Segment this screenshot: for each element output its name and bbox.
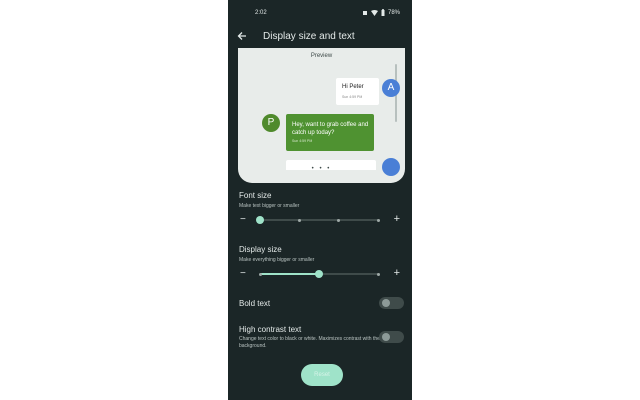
status-icons: 78% xyxy=(362,9,400,16)
incoming-message-time: Sun 4:59 PM xyxy=(292,139,313,143)
display-size-decrease-button[interactable]: − xyxy=(240,269,246,279)
outgoing-message-bubble: Hi Peter Sun 4:59 PM xyxy=(336,78,379,105)
font-size-title: Font size xyxy=(239,191,272,200)
font-size-subtitle: Make text bigger or smaller xyxy=(239,203,300,209)
display-size-step-tick[interactable] xyxy=(258,272,262,276)
display-size-step-tick[interactable] xyxy=(376,272,380,276)
reset-button[interactable]: Reset xyxy=(301,364,343,386)
display-size-slider[interactable]: − + xyxy=(238,268,402,280)
display-size-fill xyxy=(260,273,319,275)
page-title: Display size and text xyxy=(263,31,355,42)
display-size-subtitle: Make everything bigger or smaller xyxy=(239,257,315,263)
battery-icon xyxy=(381,9,385,16)
wifi-icon xyxy=(370,9,378,16)
font-size-thumb[interactable] xyxy=(256,216,264,224)
preview-pager-dots[interactable]: • • • xyxy=(238,166,405,172)
font-size-slider[interactable]: − + xyxy=(238,214,402,226)
display-size-title: Display size xyxy=(239,245,282,254)
high-contrast-toggle-knob xyxy=(382,333,390,341)
phone-screen: 2:02 78% Display size and text Preview H… xyxy=(228,0,412,400)
display-size-track[interactable] xyxy=(258,270,380,278)
display-size-increase-button[interactable]: + xyxy=(394,268,400,279)
font-size-step-tick[interactable] xyxy=(337,218,341,222)
arrow-left-icon[interactable] xyxy=(236,30,248,42)
app-bar: Display size and text xyxy=(228,28,412,46)
status-time: 2:02 xyxy=(255,10,267,16)
preview-card[interactable]: Preview Hi Peter Sun 4:59 PM A P Hey, wa… xyxy=(238,48,405,183)
incoming-message-text: Hey, want to grab coffee and catch up to… xyxy=(292,122,369,136)
status-bar: 2:02 78% xyxy=(228,8,412,20)
preview-label: Preview xyxy=(310,53,333,59)
font-size-step-tick[interactable] xyxy=(297,218,301,222)
avatar-p: P xyxy=(262,114,280,132)
outgoing-message-text: Hi Peter xyxy=(342,84,364,90)
bold-text-toggle-knob xyxy=(382,299,390,307)
battery-percent: 78% xyxy=(387,9,400,16)
font-size-track[interactable] xyxy=(256,216,380,224)
high-contrast-subtitle: Change text color to black or white. Max… xyxy=(239,336,380,349)
notification-icon xyxy=(362,10,367,15)
avatar-a: A xyxy=(382,79,400,97)
display-size-thumb[interactable] xyxy=(315,270,323,278)
font-size-increase-button[interactable]: + xyxy=(394,214,400,225)
outgoing-message-time: Sun 4:59 PM xyxy=(342,95,363,99)
bold-text-toggle[interactable] xyxy=(379,297,404,309)
high-contrast-title: High contrast text xyxy=(239,325,302,334)
font-size-step-tick[interactable] xyxy=(376,218,380,222)
font-size-decrease-button[interactable]: − xyxy=(240,215,246,225)
high-contrast-toggle[interactable] xyxy=(379,331,404,343)
bold-text-title: Bold text xyxy=(239,299,271,308)
incoming-message-bubble: Hey, want to grab coffee and catch up to… xyxy=(286,114,374,151)
